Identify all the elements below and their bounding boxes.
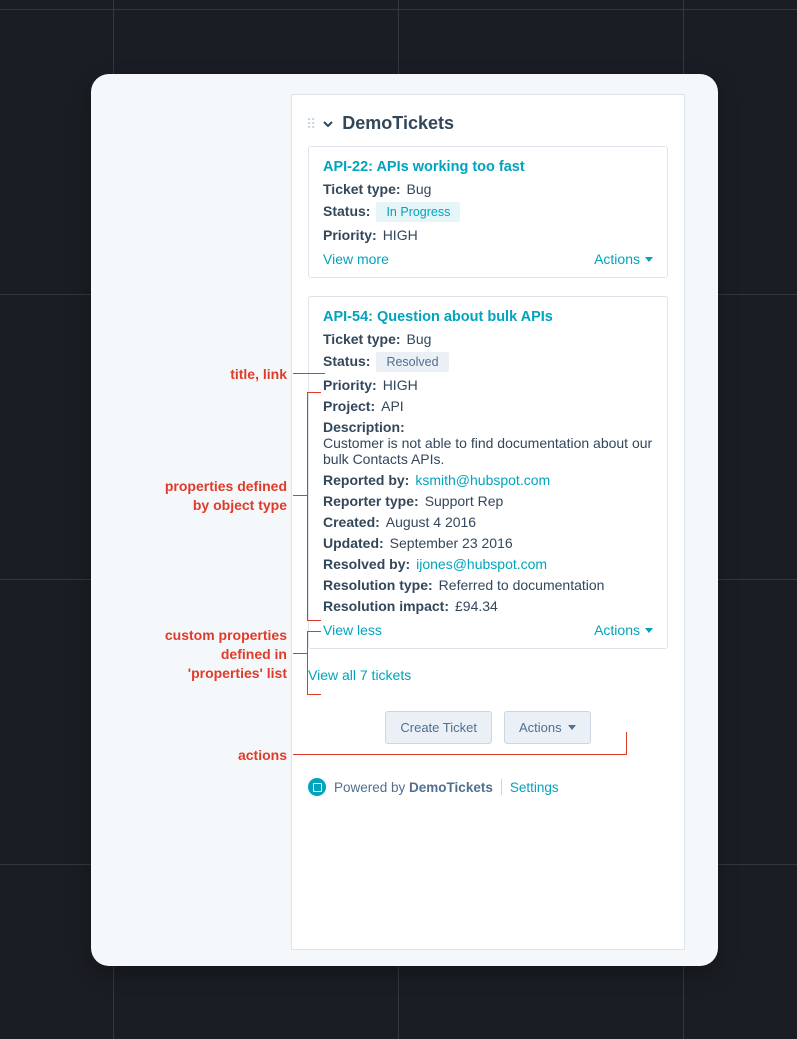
property-row: Ticket type: Bug [323,181,653,197]
powered-brand: DemoTickets [409,780,493,795]
property-label: Status: [323,203,370,219]
property-link[interactable]: ijones@hubspot.com [416,556,547,572]
annotation-line [293,754,627,755]
property-row: Resolved by: ijones@hubspot.com [323,556,653,572]
property-label: Ticket type: [323,181,401,197]
actions-label: Actions [594,622,640,638]
property-label: Updated: [323,535,384,551]
ticket-card: API-54: Question about bulk APIs Ticket … [308,296,668,649]
panel-title: DemoTickets [342,113,454,134]
property-label: Ticket type: [323,331,401,347]
annotation-line [293,373,325,374]
annotation-line [307,694,321,695]
property-value: API [381,398,404,414]
powered-by-row: Powered by DemoTickets Settings [308,778,668,796]
chevron-down-icon [322,118,334,130]
annotation-line [307,631,308,695]
property-label: Resolved by: [323,556,410,572]
divider [501,779,502,795]
powered-prefix: Powered by [334,780,409,795]
annotation-title-link: title, link [127,365,287,384]
property-row: Description:Customer is not able to find… [323,419,653,467]
powered-by-text: Powered by DemoTickets [334,780,493,795]
annotation-props-object: properties defined by object type [127,477,287,515]
ticket-actions-menu[interactable]: Actions [594,251,653,267]
property-label: Description: [323,419,405,435]
button-label: Create Ticket [400,720,477,735]
property-value: HIGH [383,377,418,393]
property-label: Priority: [323,227,377,243]
property-label: Reported by: [323,472,409,488]
property-row: Resolution type: Referred to documentatio… [323,577,653,593]
property-label: Created: [323,514,380,530]
property-value: September 23 2016 [390,535,513,551]
view-less-link[interactable]: View less [323,622,382,638]
property-value: August 4 2016 [386,514,476,530]
property-row: Status: In Progress [323,202,653,222]
actions-label: Actions [594,251,640,267]
property-row: Reported by: ksmith@hubspot.com [323,472,653,488]
grid-line [0,9,797,10]
create-ticket-button[interactable]: Create Ticket [385,711,492,744]
brand-icon [308,778,326,796]
ticket-title-link[interactable]: API-22: APIs working too fast [323,159,653,175]
app-card: ⠿ DemoTickets API-22: APIs working too f… [91,74,718,966]
annotation-props-custom: custom properties defined in 'properties… [127,626,287,683]
property-value: Support Rep [425,493,504,509]
panel-header[interactable]: ⠿ DemoTickets [292,95,684,146]
view-more-link[interactable]: View more [323,251,389,267]
status-badge: In Progress [376,202,460,222]
panel-actions-button[interactable]: Actions [504,711,591,744]
settings-link[interactable]: Settings [510,780,559,795]
annotation-line [626,732,627,755]
property-row: Created: August 4 2016 [323,514,653,530]
ticket-title-link[interactable]: API-54: Question about bulk APIs [323,309,653,325]
caret-down-icon [645,257,653,262]
annotation-line [307,620,321,621]
property-label: Project: [323,398,375,414]
property-value: Referred to documentation [439,577,605,593]
property-value: £94.34 [455,598,498,614]
view-all-link[interactable]: View all 7 tickets [308,667,668,683]
status-badge: Resolved [376,352,448,372]
property-row: Updated: September 23 2016 [323,535,653,551]
annotation-line [307,392,308,621]
drag-handle-icon[interactable]: ⠿ [306,121,314,127]
property-row: Reporter type: Support Rep [323,493,653,509]
annotation-actions: actions [203,746,287,765]
property-row: Status: Resolved [323,352,653,372]
annotation-line [293,653,307,654]
property-label: Priority: [323,377,377,393]
property-label: Status: [323,353,370,369]
annotation-line [307,631,321,632]
caret-down-icon [568,725,576,730]
property-value: HIGH [383,227,418,243]
property-label: Resolution type: [323,577,433,593]
annotation-line [307,392,321,393]
tickets-panel: ⠿ DemoTickets API-22: APIs working too f… [291,94,685,950]
property-row: Priority: HIGH [323,227,653,243]
property-row: Priority: HIGH [323,377,653,393]
property-value: Customer is not able to find documentati… [323,435,653,467]
property-link[interactable]: ksmith@hubspot.com [415,472,550,488]
property-value: Bug [407,181,432,197]
property-row: Resolution impact: £94.34 [323,598,653,614]
ticket-card: API-22: APIs working too fast Ticket typ… [308,146,668,278]
ticket-actions-menu[interactable]: Actions [594,622,653,638]
property-value: Bug [407,331,432,347]
property-row: Ticket type: Bug [323,331,653,347]
property-label: Reporter type: [323,493,419,509]
caret-down-icon [645,628,653,633]
property-row: Project: API [323,398,653,414]
annotation-line [293,495,307,496]
button-label: Actions [519,720,562,735]
property-label: Resolution impact: [323,598,449,614]
